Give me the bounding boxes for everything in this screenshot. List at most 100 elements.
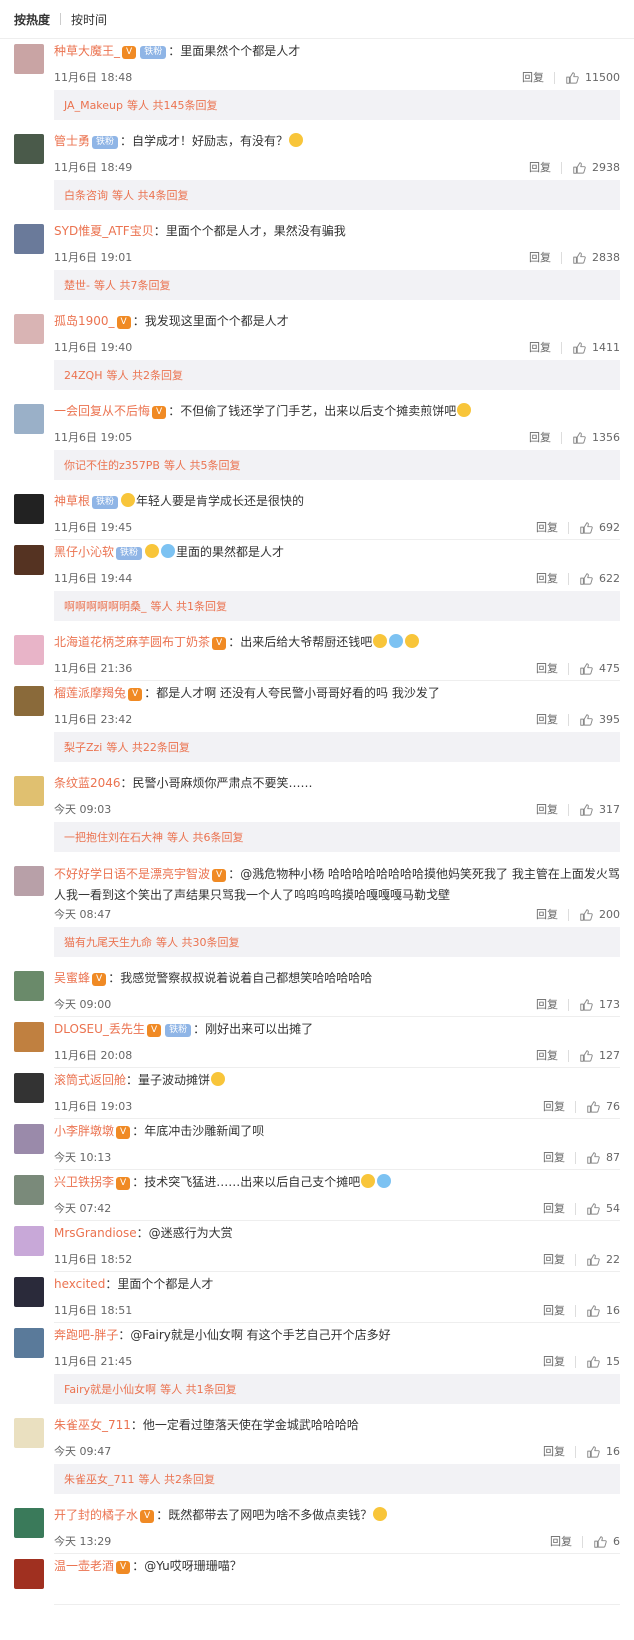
avatar[interactable] — [14, 314, 44, 344]
comment-username[interactable]: MrsGrandiose — [54, 1226, 137, 1240]
reply-summary-name[interactable]: 猫有九尾天生九命 — [64, 934, 152, 950]
reply-summary[interactable]: 梨子Zzi 等人 共22条回复 — [54, 732, 620, 762]
comment-username[interactable]: 朱雀巫女_711 — [54, 1418, 131, 1432]
like-button[interactable]: 2938 — [572, 161, 620, 175]
avatar[interactable] — [14, 1418, 44, 1448]
avatar[interactable] — [14, 1508, 44, 1538]
like-button[interactable]: 127 — [579, 1049, 620, 1063]
avatar[interactable] — [14, 494, 44, 524]
comment-username[interactable]: 开了封的橘子水 — [54, 1508, 138, 1522]
avatar[interactable] — [14, 1559, 44, 1589]
reply-button[interactable]: 回复 — [522, 71, 544, 85]
reply-summary[interactable]: 啊啊啊啊啊明桑_ 等人 共1条回复 — [54, 591, 620, 621]
like-button[interactable]: 76 — [586, 1100, 620, 1114]
comment-username[interactable]: 兴卫铁拐李 — [54, 1175, 114, 1189]
reply-summary[interactable]: JA_Makeup 等人 共145条回复 — [54, 90, 620, 120]
like-button[interactable]: 6 — [593, 1535, 620, 1549]
comment-username[interactable]: 北海道花柄芝麻芋圆布丁奶茶 — [54, 635, 210, 649]
reply-summary[interactable]: 猫有九尾天生九命 等人 共30条回复 — [54, 927, 620, 957]
reply-summary-count[interactable]: 等人 共22条回复 — [106, 739, 190, 755]
comment-username[interactable]: 不好好学日语不是漂亮宇智波 — [54, 867, 210, 881]
like-button[interactable]: 475 — [579, 662, 620, 676]
reply-summary-name[interactable]: 楚世- — [64, 277, 90, 293]
comment-username[interactable]: 神草根 — [54, 494, 90, 508]
like-button[interactable]: 395 — [579, 713, 620, 727]
sort-by-hot-tab[interactable]: 按热度 — [14, 11, 50, 28]
comment-username[interactable]: 种草大魔王_ — [54, 44, 120, 58]
reply-summary-count[interactable]: 等人 共1条回复 — [151, 598, 228, 614]
comment-username[interactable]: 条纹蓝2046 — [54, 776, 121, 790]
reply-summary-name[interactable]: 一把抱住刘在石大神 — [64, 829, 163, 845]
avatar[interactable] — [14, 44, 44, 74]
like-button[interactable]: 2838 — [572, 251, 620, 265]
like-button[interactable]: 1356 — [572, 431, 620, 445]
reply-summary[interactable]: 一把抱住刘在石大神 等人 共6条回复 — [54, 822, 620, 852]
reply-button[interactable]: 回复 — [543, 1253, 565, 1267]
reply-summary-count[interactable]: 等人 共1条回复 — [160, 1381, 237, 1397]
like-button[interactable]: 1411 — [572, 341, 620, 355]
reply-summary-name[interactable]: Fairy就是小仙女啊 — [64, 1381, 156, 1397]
avatar[interactable] — [14, 635, 44, 665]
reply-button[interactable]: 回复 — [543, 1100, 565, 1114]
avatar[interactable] — [14, 866, 44, 896]
comment-username[interactable]: 滚筒式返回舱 — [54, 1073, 126, 1087]
avatar[interactable] — [14, 134, 44, 164]
reply-button[interactable]: 回复 — [543, 1445, 565, 1459]
comment-username[interactable]: hexcited — [54, 1277, 105, 1291]
like-button[interactable]: 692 — [579, 521, 620, 535]
reply-summary-count[interactable]: 等人 共30条回复 — [156, 934, 240, 950]
comment-username[interactable]: 小李胖墩墩 — [54, 1124, 114, 1138]
avatar[interactable] — [14, 1175, 44, 1205]
like-button[interactable]: 622 — [579, 572, 620, 586]
reply-button[interactable]: 回复 — [543, 1202, 565, 1216]
comment-username[interactable]: 孤岛1900_ — [54, 314, 115, 328]
like-button[interactable]: 200 — [579, 908, 620, 922]
reply-button[interactable]: 回复 — [529, 431, 551, 445]
reply-summary[interactable]: 楚世- 等人 共7条回复 — [54, 270, 620, 300]
reply-button[interactable]: 回复 — [536, 998, 558, 1012]
like-button[interactable]: 11500 — [565, 71, 620, 85]
reply-button[interactable]: 回复 — [536, 521, 558, 535]
avatar[interactable] — [14, 404, 44, 434]
reply-summary[interactable]: Fairy就是小仙女啊 等人 共1条回复 — [54, 1374, 620, 1404]
comment-username[interactable]: 榴莲派摩羯兔 — [54, 686, 126, 700]
avatar[interactable] — [14, 1124, 44, 1154]
reply-summary-name[interactable]: 啊啊啊啊啊明桑_ — [64, 598, 147, 614]
reply-button[interactable]: 回复 — [536, 713, 558, 727]
reply-summary-count[interactable]: 等人 共7条回复 — [94, 277, 171, 293]
like-button[interactable]: 87 — [586, 1151, 620, 1165]
avatar[interactable] — [14, 1022, 44, 1052]
reply-summary-name[interactable]: 朱雀巫女_711 — [64, 1471, 135, 1487]
avatar[interactable] — [14, 545, 44, 575]
avatar[interactable] — [14, 1226, 44, 1256]
avatar[interactable] — [14, 971, 44, 1001]
comment-username[interactable]: SYD惟夏_ATF宝贝 — [54, 224, 154, 238]
reply-summary-name[interactable]: 白条咨询 — [64, 187, 108, 203]
reply-button[interactable]: 回复 — [536, 572, 558, 586]
reply-summary[interactable]: 白条咨询 等人 共4条回复 — [54, 180, 620, 210]
comment-username[interactable]: DLOSEU_丢先生 — [54, 1022, 145, 1036]
reply-summary[interactable]: 朱雀巫女_711 等人 共2条回复 — [54, 1464, 620, 1494]
reply-summary-name[interactable]: 24ZQH — [64, 369, 102, 382]
comment-username[interactable]: 奔跑吧-胖子 — [54, 1328, 118, 1342]
comment-username[interactable]: 管士勇 — [54, 134, 90, 148]
reply-summary-count[interactable]: 等人 共2条回复 — [139, 1471, 216, 1487]
avatar[interactable] — [14, 776, 44, 806]
reply-summary[interactable]: 你记不住的z357PB 等人 共5条回复 — [54, 450, 620, 480]
reply-button[interactable]: 回复 — [529, 161, 551, 175]
like-button[interactable]: 173 — [579, 998, 620, 1012]
reply-summary-count[interactable]: 等人 共145条回复 — [127, 97, 218, 113]
avatar[interactable] — [14, 1073, 44, 1103]
reply-button[interactable]: 回复 — [550, 1535, 572, 1549]
reply-button[interactable]: 回复 — [543, 1151, 565, 1165]
reply-button[interactable]: 回复 — [536, 1049, 558, 1063]
comment-username[interactable]: 吴蜜蜂 — [54, 971, 90, 985]
like-button[interactable]: 54 — [586, 1202, 620, 1216]
reply-button[interactable]: 回复 — [543, 1304, 565, 1318]
reply-button[interactable]: 回复 — [543, 1355, 565, 1369]
like-button[interactable]: 317 — [579, 803, 620, 817]
reply-button[interactable]: 回复 — [529, 341, 551, 355]
comment-username[interactable]: 温一壶老酒 — [54, 1559, 114, 1573]
sort-by-time-tab[interactable]: 按时间 — [71, 11, 107, 28]
reply-summary[interactable]: 24ZQH 等人 共2条回复 — [54, 360, 620, 390]
